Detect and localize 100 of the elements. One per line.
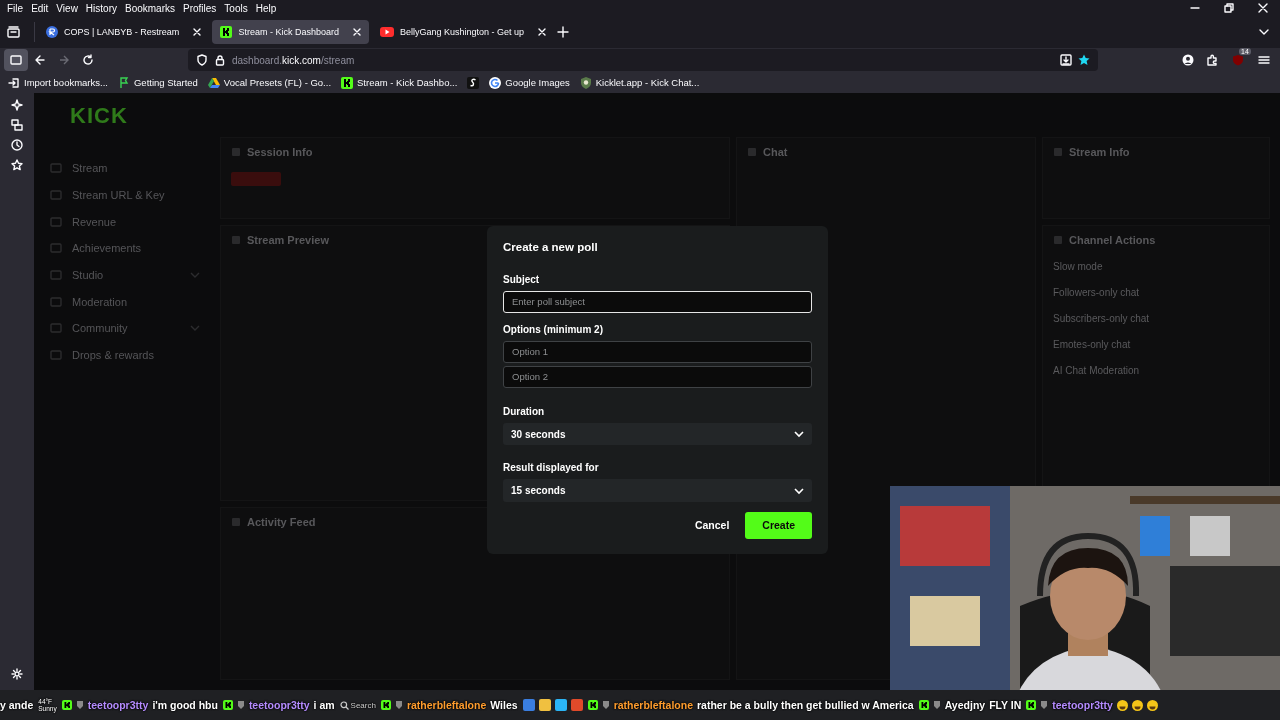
sync-tabs-icon[interactable] <box>11 119 23 131</box>
taskbar-app-icon[interactable] <box>554 699 567 711</box>
panel-title: Stream Preview <box>247 234 329 246</box>
nav-item-icon <box>50 215 62 228</box>
close-icon[interactable] <box>193 28 202 36</box>
result-duration-dropdown[interactable]: 15 seconds <box>503 479 812 502</box>
account-icon[interactable] <box>1182 54 1194 66</box>
create-button[interactable]: Create <box>745 511 812 539</box>
bookmark-item[interactable]: Vocal Presets (FL) - Go... <box>207 76 332 89</box>
nav-item-icon <box>50 242 62 255</box>
nav-item-icon <box>50 322 62 335</box>
panel-icon <box>747 147 757 157</box>
lock-icon <box>214 54 226 66</box>
option-input-field[interactable]: Option 1 <box>503 340 812 363</box>
nav-item-icon <box>50 162 62 175</box>
nav-item-icon <box>50 295 62 308</box>
taskbar-search[interactable]: Search <box>339 700 376 710</box>
chat-message: y ande <box>0 699 34 711</box>
chevron-down-icon <box>794 429 804 440</box>
settings-icon[interactable] <box>11 668 23 680</box>
browser-tab[interactable]: COPS | LANBYB - Restream <box>38 20 210 44</box>
panel-title: Chat <box>763 146 788 158</box>
menu-icon[interactable] <box>1258 54 1270 66</box>
badge-icon <box>394 700 403 710</box>
circle-logo-icon <box>46 26 58 38</box>
chat-username: teetoopr3tty <box>87 699 149 711</box>
logo-icon <box>341 76 354 89</box>
bookmark-item[interactable] <box>467 76 480 89</box>
field-label: Subject <box>503 274 541 285</box>
panel-icon <box>1053 147 1063 157</box>
menu-item[interactable]: Tools <box>220 2 252 14</box>
nav-item-icon <box>50 189 62 202</box>
bookmark-item[interactable]: Stream - Kick Dashbo... <box>341 76 458 89</box>
taskbar-app-icon[interactable] <box>522 699 535 711</box>
chat-username: Ayedjny <box>944 699 986 711</box>
option-input-field[interactable]: Option 2 <box>503 365 812 388</box>
field-label: Result displayed for <box>503 462 600 474</box>
bookmark-item[interactable]: Google Images <box>489 76 570 89</box>
extensions-icon[interactable] <box>1206 54 1218 66</box>
new-tab-icon[interactable] <box>557 26 569 38</box>
panel-title: Channel Actions <box>1069 234 1156 246</box>
reload-icon[interactable] <box>82 54 94 66</box>
bookmark-item[interactable]: Kicklet.app - Kick Chat... <box>579 76 700 89</box>
field-label: Options (minimum 2) <box>503 323 604 335</box>
panel-icon <box>231 235 241 245</box>
bookmark-item[interactable]: Import bookmarks... <box>8 76 108 89</box>
logo-icon <box>220 26 233 38</box>
menu-item[interactable]: File <box>3 2 28 14</box>
play-logo-icon <box>379 27 394 37</box>
badge-icon <box>601 700 610 710</box>
dialog-title: Create a new poll <box>503 241 599 253</box>
chat-message: i'm good hbu <box>152 699 218 711</box>
channel-icon <box>222 700 233 710</box>
import-icon <box>8 76 20 89</box>
menu-item[interactable]: View <box>52 2 82 14</box>
menu-item[interactable]: Help <box>251 2 281 14</box>
chat-username: teetoopr3tty <box>1052 699 1113 711</box>
chevron-down-icon <box>794 485 804 496</box>
flag-icon <box>117 76 130 89</box>
restore-icon[interactable] <box>1224 3 1234 13</box>
panel-icon <box>231 517 241 527</box>
bookmark-item[interactable]: Getting Started <box>117 76 198 89</box>
star-icon[interactable] <box>11 159 23 171</box>
close-icon[interactable] <box>1258 3 1268 13</box>
browser-tab[interactable]: BellyGang Kushington - Get up <box>371 20 554 44</box>
menu-item[interactable]: Edit <box>27 2 53 14</box>
triangle-logo-icon <box>207 76 220 89</box>
menu-item[interactable]: Profiles <box>179 2 221 14</box>
download-icon[interactable] <box>1060 54 1072 66</box>
menu-item[interactable]: Bookmarks <box>121 2 179 14</box>
nav-item-icon <box>50 349 62 362</box>
duration-dropdown[interactable]: 30 seconds <box>503 422 812 446</box>
browser-tab[interactable]: Stream - Kick Dashboard <box>212 20 369 44</box>
kick-logo: KICK <box>70 103 129 129</box>
sparkle-icon[interactable] <box>11 99 23 111</box>
back-icon[interactable] <box>34 54 46 66</box>
laughing-emoji-icon <box>1116 699 1128 711</box>
panel-title: Session Info <box>247 146 313 158</box>
close-icon[interactable] <box>538 28 546 36</box>
url-field[interactable]: dashboard.kick.com/stream <box>232 54 355 66</box>
badge-icon <box>75 700 84 710</box>
chat-username: teetoopr3tty <box>248 699 310 711</box>
history-icon[interactable] <box>11 139 23 151</box>
shield-logo-icon <box>579 76 592 89</box>
taskbar-app-icon[interactable] <box>570 699 583 711</box>
forward-icon[interactable] <box>58 54 70 66</box>
chat-message: rather be a bully then get bullied w America <box>697 699 914 711</box>
sidebar-toggle-button[interactable] <box>4 49 28 71</box>
panel-title: Activity Feed <box>247 516 316 528</box>
chat-message: i am <box>313 699 335 711</box>
laughing-emoji-icon <box>1131 699 1143 711</box>
status-badge <box>231 172 281 186</box>
cancel-button[interactable]: Cancel <box>694 519 730 532</box>
chat-message: Wiles <box>490 699 518 711</box>
taskbar-app-icon[interactable] <box>538 699 551 711</box>
subject-input-field[interactable]: Enter poll subject <box>503 291 812 313</box>
menu-item[interactable]: History <box>81 2 121 14</box>
close-icon[interactable] <box>352 28 361 36</box>
bookmark-star-icon[interactable] <box>1078 54 1090 66</box>
g-logo-icon <box>489 76 502 89</box>
